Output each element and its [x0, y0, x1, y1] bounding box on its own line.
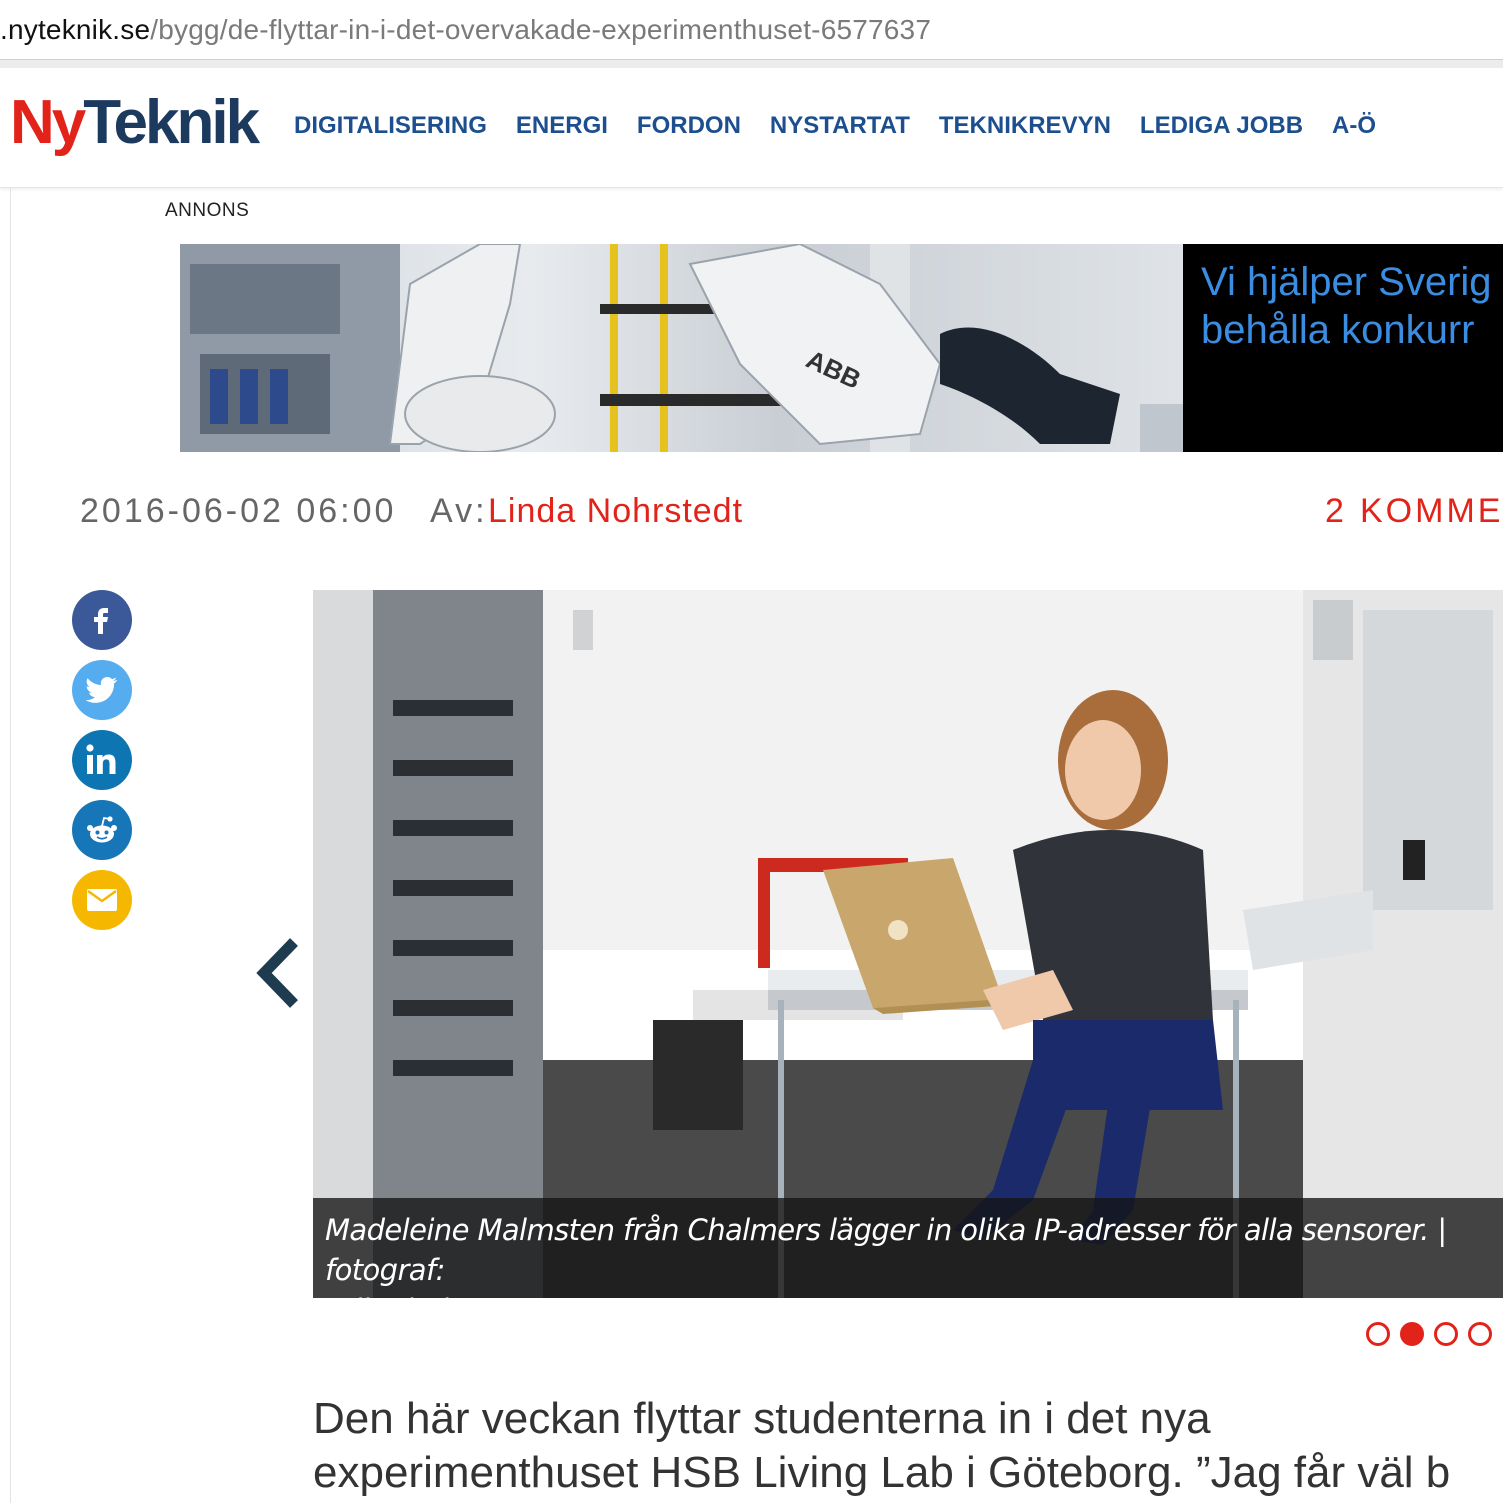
nav-lediga-jobb[interactable]: LEDIGA JOBB: [1140, 112, 1303, 140]
article-date: 2016-06-02 06:00: [80, 492, 397, 526]
page-left-border: [10, 188, 11, 1503]
share-facebook-button[interactable]: [72, 590, 132, 650]
reddit-icon: [87, 816, 117, 843]
lead-line-2: experimenthuset HSB Living Lab i Götebor…: [313, 1448, 1451, 1497]
browser-divider: [0, 60, 1503, 68]
url-text[interactable]: .nyteknik.se/bygg/de-flyttar-in-i-det-ov…: [0, 14, 931, 46]
ad-line-1: Vi hjälper Sverig: [1201, 260, 1492, 304]
byline-label: Av:: [430, 492, 488, 526]
twitter-icon: [85, 677, 118, 703]
nav-energi[interactable]: ENERGI: [516, 112, 608, 140]
url-host: .nyteknik.se: [0, 14, 151, 45]
ad-robot-image: ABB: [180, 244, 1183, 452]
gallery-dot-2[interactable]: [1400, 1322, 1424, 1346]
logo-ny: Ny: [10, 88, 86, 157]
chevron-left-icon: [256, 938, 298, 1008]
share-twitter-button[interactable]: [72, 660, 132, 720]
gallery-photo: [313, 590, 1503, 1298]
share-mail-button[interactable]: [72, 870, 132, 930]
nyteknik-logo[interactable]: NyTeknik: [10, 92, 260, 154]
share-linkedin-button[interactable]: [72, 730, 132, 790]
article-lead: Den här veckan flyttar studenterna in i …: [313, 1392, 1503, 1500]
image-gallery[interactable]: Madeleine Malmsten från Chalmers lägger …: [313, 590, 1503, 1298]
logo-teknik: Teknik: [83, 88, 260, 157]
image-caption: Madeleine Malmsten från Chalmers lägger …: [325, 1210, 1503, 1298]
ad-headline: Vi hjälper Sverig behålla konkurr: [1201, 258, 1492, 354]
gallery-prev-button[interactable]: [254, 938, 306, 1008]
nav-teknikrevyn[interactable]: TEKNIKREVYN: [939, 112, 1111, 140]
lead-line-1: Den här veckan flyttar studenterna in i …: [313, 1394, 1211, 1443]
address-bar[interactable]: .nyteknik.se/bygg/de-flyttar-in-i-det-ov…: [0, 0, 1503, 60]
caption-line-2: Erik Abel: [325, 1290, 1503, 1298]
nav-nystartat[interactable]: NYSTARTAT: [770, 112, 910, 140]
gallery-pagination: [1366, 1322, 1492, 1346]
linkedin-icon: [86, 744, 116, 774]
nav-fordon[interactable]: FORDON: [637, 112, 741, 140]
comments-link[interactable]: KOMMENTA: [1360, 492, 1503, 526]
gallery-dot-4[interactable]: [1468, 1322, 1492, 1346]
site-header: NyTeknik DIGITALISERING ENERGI FORDON NY…: [0, 68, 1503, 188]
ad-banner[interactable]: ABB Vi hjälper Sverig behålla konkurr: [180, 244, 1503, 452]
main-nav: DIGITALISERING ENERGI FORDON NYSTARTAT T…: [294, 112, 1405, 140]
caption-bar: Madeleine Malmsten från Chalmers lägger …: [313, 1198, 1503, 1298]
ad-text-panel: Vi hjälper Sverig behålla konkurr: [1183, 244, 1503, 452]
share-buttons: [72, 590, 134, 940]
facebook-icon: [94, 608, 108, 634]
nav-digitalisering[interactable]: DIGITALISERING: [294, 112, 487, 140]
share-reddit-button[interactable]: [72, 800, 132, 860]
mail-icon: [87, 889, 117, 911]
caption-line-1: Madeleine Malmsten från Chalmers lägger …: [325, 1213, 1447, 1287]
author-link[interactable]: Linda Nohrstedt: [488, 492, 743, 526]
nav-a-o[interactable]: A-Ö: [1332, 112, 1376, 140]
gallery-dot-3[interactable]: [1434, 1322, 1458, 1346]
comment-count[interactable]: 2: [1325, 492, 1347, 526]
article-meta: 2016-06-02 06:00 Av: Linda Nohrstedt 2 K…: [0, 452, 1503, 526]
ad-line-2: behålla konkurr: [1201, 308, 1475, 352]
ad-label: ANNONS: [165, 200, 250, 221]
gallery-dot-1[interactable]: [1366, 1322, 1390, 1346]
url-path: /bygg/de-flyttar-in-i-det-overvakade-exp…: [150, 14, 932, 45]
